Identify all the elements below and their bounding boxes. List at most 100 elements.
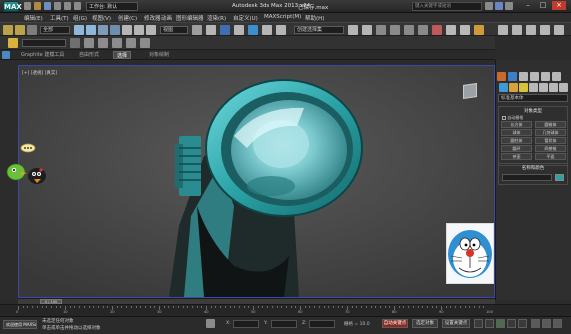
edit-poly-icon[interactable] xyxy=(8,38,18,48)
select-by-name-icon[interactable] xyxy=(86,25,96,35)
motion-tab-icon[interactable] xyxy=(530,72,539,81)
menu-help[interactable]: 帮助(H) xyxy=(305,14,324,22)
name-color-title[interactable]: 名称和颜色 xyxy=(499,165,567,171)
object-color-swatch[interactable] xyxy=(555,174,564,181)
menu-customize[interactable]: 自定义(U) xyxy=(233,14,258,22)
play-icon[interactable] xyxy=(496,319,505,328)
layer-icon-3[interactable] xyxy=(98,38,108,48)
maximize-button[interactable]: □ xyxy=(536,1,550,10)
next-frame-icon[interactable] xyxy=(507,319,516,328)
minimize-button[interactable]: – xyxy=(521,1,535,10)
search-input[interactable]: 键入关键字或短语 xyxy=(412,2,482,11)
selected-object-select[interactable]: 选定对象 xyxy=(412,319,438,328)
torus-button[interactable]: 圆环 xyxy=(501,145,532,152)
spacing-tool-icon[interactable] xyxy=(554,25,564,35)
workspace-select[interactable]: 工作台: 默认 xyxy=(86,2,138,11)
layer-icon-4[interactable] xyxy=(112,38,122,48)
save-file-icon[interactable] xyxy=(44,2,51,10)
box-button[interactable]: 长方体 xyxy=(501,121,532,128)
window-crossing-icon[interactable] xyxy=(110,25,120,35)
tube-button[interactable]: 管状体 xyxy=(535,137,566,144)
spacewarps-icon[interactable] xyxy=(549,83,558,92)
lock-selection-icon[interactable] xyxy=(206,319,215,328)
create-tab-icon[interactable] xyxy=(497,72,506,81)
menu-graph-editors[interactable]: 图形编辑器 xyxy=(176,14,204,22)
geosphere-button[interactable]: 几何球体 xyxy=(535,129,566,136)
track-bar[interactable]: 0 10 20 30 40 50 60 70 80 90 100 xyxy=(0,304,571,316)
render-production-icon[interactable] xyxy=(474,25,484,35)
search-icon[interactable] xyxy=(485,2,493,10)
selection-filter-select[interactable]: 全部 xyxy=(40,26,70,34)
keyboard-shortcut-icon[interactable] xyxy=(220,25,230,35)
cylinder-button[interactable]: 圆柱体 xyxy=(501,137,532,144)
layer-select[interactable] xyxy=(22,39,66,47)
move-icon[interactable] xyxy=(122,25,132,35)
new-file-icon[interactable] xyxy=(24,2,31,10)
region-select-icon[interactable] xyxy=(98,25,108,35)
undo-icon[interactable] xyxy=(54,2,61,10)
rotate-icon[interactable] xyxy=(134,25,144,35)
named-selection-sets-input[interactable]: 创建选择集 xyxy=(294,26,344,34)
maxscript-listener[interactable]: 欢迎使用 MAXSc xyxy=(3,320,37,329)
x-coordinate-field[interactable] xyxy=(233,320,259,328)
render-setup-icon[interactable] xyxy=(446,25,456,35)
select-manipulate-icon[interactable] xyxy=(206,25,216,35)
mirror-icon[interactable] xyxy=(348,25,358,35)
plane-button[interactable]: 平面 xyxy=(535,153,566,160)
modify-tab-icon[interactable] xyxy=(508,72,517,81)
teapot-button[interactable]: 茶壶 xyxy=(501,153,532,160)
rendered-frame-icon[interactable] xyxy=(460,25,470,35)
lights-icon[interactable] xyxy=(519,83,528,92)
display-tab-icon[interactable] xyxy=(541,72,550,81)
menu-maxscript[interactable]: MAXScript(M) xyxy=(264,14,301,20)
menu-modifiers[interactable]: 修改器 xyxy=(144,14,161,22)
spinner-snap-icon[interactable] xyxy=(276,25,286,35)
viewcube-icon[interactable] xyxy=(463,83,477,99)
object-name-input[interactable] xyxy=(502,174,552,181)
tab-selection[interactable]: 选择 xyxy=(113,51,132,59)
auto-key-button[interactable]: 自动关键点 xyxy=(382,319,408,328)
redo-tool-icon[interactable] xyxy=(15,25,25,35)
percent-snap-icon[interactable] xyxy=(262,25,272,35)
tab-graphite-modeling[interactable]: Graphite 建模工具 xyxy=(18,51,67,59)
zoom-extents-icon[interactable] xyxy=(531,319,540,328)
object-type-title[interactable]: 对象类型 xyxy=(499,108,567,114)
snap-2d-icon[interactable] xyxy=(498,25,508,35)
cameras-icon[interactable] xyxy=(529,83,538,92)
orbit-icon[interactable] xyxy=(542,319,551,328)
layer-manager-icon[interactable] xyxy=(376,25,386,35)
redo-icon[interactable] xyxy=(64,2,71,10)
previous-frame-icon[interactable] xyxy=(485,319,494,328)
pyramid-button[interactable]: 四棱锥 xyxy=(535,145,566,152)
systems-icon[interactable] xyxy=(559,83,568,92)
sphere-button[interactable]: 球体 xyxy=(501,129,532,136)
material-editor-icon[interactable] xyxy=(432,25,442,35)
set-key-button[interactable]: 设置关键点 xyxy=(442,319,470,328)
undo-tool-icon[interactable] xyxy=(3,25,13,35)
goto-end-icon[interactable] xyxy=(518,319,527,328)
perspective-viewport[interactable] xyxy=(18,65,495,298)
graphite-toggle-icon[interactable] xyxy=(390,25,400,35)
menu-edit[interactable]: 编辑(E) xyxy=(24,14,43,22)
array-icon[interactable] xyxy=(540,25,550,35)
angle-snap-icon[interactable] xyxy=(248,25,258,35)
layer-icon-5[interactable] xyxy=(126,38,136,48)
layer-icon-1[interactable] xyxy=(70,38,80,48)
geometry-icon[interactable] xyxy=(499,83,508,92)
menu-group[interactable]: 组(G) xyxy=(73,14,87,22)
layer-icon-2[interactable] xyxy=(84,38,94,48)
z-coordinate-field[interactable] xyxy=(309,320,335,328)
link-icon[interactable] xyxy=(27,25,37,35)
subscription-icon[interactable] xyxy=(495,2,503,10)
select-object-icon[interactable] xyxy=(74,25,84,35)
reference-coordinate-select[interactable]: 视图 xyxy=(160,26,188,34)
snap-3d-icon[interactable] xyxy=(512,25,522,35)
close-button[interactable]: × xyxy=(552,1,566,10)
layer-icon-6[interactable] xyxy=(140,38,150,48)
viewport-label[interactable]: [+] [透视] [真实] xyxy=(22,70,57,76)
snap-options-icon[interactable] xyxy=(526,25,536,35)
project-folder-icon[interactable] xyxy=(74,2,81,10)
utilities-tab-icon[interactable] xyxy=(552,72,561,81)
shapes-icon[interactable] xyxy=(509,83,518,92)
menu-views[interactable]: 视图(V) xyxy=(92,14,111,22)
